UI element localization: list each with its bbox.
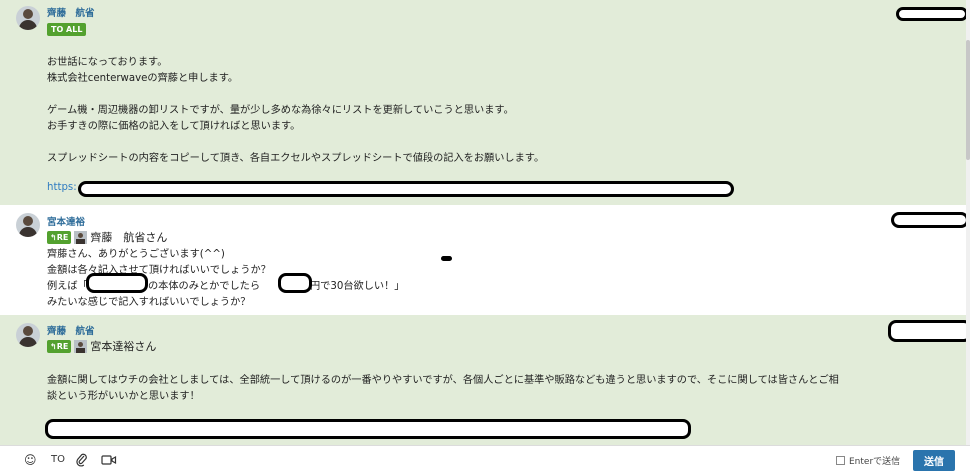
message-line: みたいな感じで記入すればいいでしょうか？ bbox=[47, 297, 251, 308]
video-icon[interactable] bbox=[101, 452, 117, 466]
sender-name[interactable]: 齊藤 航省 bbox=[47, 323, 95, 337]
message-1: 齊藤 航省 TO ALL お世話になっております。 株式会社centerwave… bbox=[0, 0, 968, 205]
message-2: 宮本達裕 ↰RE 齊藤 航省さん 齊藤さん、ありがとうございます(^^) 金額は… bbox=[0, 205, 969, 315]
message-line: 金額は各々記入させて頂ければいいでしょうか？ bbox=[47, 265, 271, 276]
enter-to-send-option[interactable]: Enterで送信 bbox=[836, 454, 900, 467]
message-line: 金額に関してはウチの会社としましては、全部統一して頂けるのが一番やりやすいですが… bbox=[47, 375, 839, 386]
redaction bbox=[278, 273, 312, 293]
enter-to-send-checkbox[interactable] bbox=[836, 456, 845, 465]
redaction bbox=[441, 256, 452, 261]
message-line: 談という形がいいかと思います！ bbox=[47, 391, 200, 402]
redaction bbox=[78, 181, 734, 197]
sender-name[interactable]: 宮本達裕 bbox=[47, 214, 85, 228]
avatar[interactable] bbox=[16, 323, 40, 347]
message-line: 株式会社centerwaveの齊藤と申します。 bbox=[47, 73, 239, 84]
redaction bbox=[896, 7, 968, 21]
to-button[interactable]: TO bbox=[51, 452, 65, 468]
avatar bbox=[74, 230, 88, 244]
scrollbar-thumb[interactable] bbox=[966, 40, 970, 160]
scrollbar[interactable] bbox=[966, 0, 970, 445]
message-3: 齊藤 航省 ↰RE 宮本達裕さん 金額に関してはウチの会社としましては、全部統一… bbox=[0, 315, 970, 445]
send-button[interactable]: 送信 bbox=[913, 450, 955, 471]
reply-target-name: 宮本達裕さん bbox=[90, 340, 157, 353]
message-line: の本体のみとかでしたら bbox=[148, 281, 261, 292]
avatar[interactable] bbox=[16, 6, 40, 30]
message-line: 例えば「 bbox=[47, 281, 88, 292]
composer-toolbar: ☺ TO Enterで送信 送信 bbox=[0, 445, 970, 475]
smile-icon[interactable]: ☺ bbox=[24, 452, 37, 468]
message-line: お手すきの際に価格の記入をして頂ければと思います。 bbox=[47, 121, 301, 132]
avatar[interactable] bbox=[16, 213, 40, 237]
redaction bbox=[86, 273, 148, 293]
message-link[interactable]: https: bbox=[47, 182, 77, 193]
reply-target-name: 齊藤 航省さん bbox=[90, 231, 168, 244]
message-line: スプレッドシートの内容をコピーして頂き、各自エクセルやスプレッドシートで値段の記… bbox=[47, 153, 545, 164]
reply-reference[interactable]: ↰RE 齊藤 航省さん bbox=[47, 229, 167, 245]
reply-reference[interactable]: ↰RE 宮本達裕さん bbox=[47, 338, 156, 354]
sender-name[interactable]: 齊藤 航省 bbox=[47, 5, 95, 19]
re-badge: ↰RE bbox=[47, 230, 72, 244]
paperclip-icon[interactable] bbox=[76, 452, 88, 467]
avatar bbox=[74, 339, 88, 353]
redaction bbox=[888, 320, 970, 342]
message-line: お世話になっております。 bbox=[47, 57, 168, 68]
to-all-badge: TO ALL bbox=[47, 23, 87, 36]
redaction bbox=[891, 212, 969, 228]
message-line: 齊藤さん、ありがとうございます(^^) bbox=[47, 249, 225, 260]
message-line: 円で30台欲しい！」 bbox=[310, 281, 405, 292]
enter-to-send-label: Enterで送信 bbox=[849, 457, 901, 467]
message-line: ゲーム機・周辺機器の卸リストですが、量が少し多めな為徐々にリストを更新していこう… bbox=[47, 105, 514, 116]
redaction bbox=[45, 419, 691, 439]
re-badge: ↰RE bbox=[47, 339, 72, 353]
